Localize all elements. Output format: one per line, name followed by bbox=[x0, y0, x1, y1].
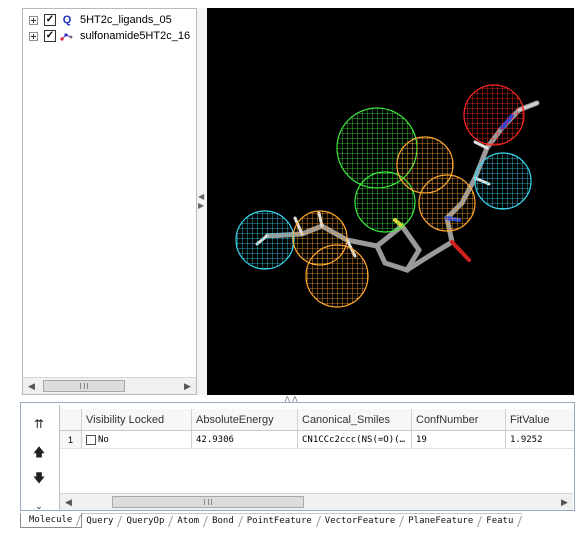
row-number: 1 bbox=[60, 431, 82, 449]
column-header-fit-value[interactable]: FitValue bbox=[506, 409, 574, 431]
expand-icon[interactable] bbox=[29, 31, 38, 41]
column-header-rownum[interactable] bbox=[60, 409, 82, 431]
tree-horizontal-scrollbar[interactable]: ◀ ▶ bbox=[23, 377, 196, 394]
tab-pointfeature[interactable]: PointFeature bbox=[242, 513, 321, 528]
visibility-locked-cell[interactable]: No bbox=[82, 431, 192, 449]
column-header-absolute-energy[interactable]: AbsoluteEnergy bbox=[192, 409, 298, 431]
locked-checkbox[interactable] bbox=[86, 434, 96, 445]
tab-bond[interactable]: Bond bbox=[208, 513, 243, 528]
absolute-energy-cell[interactable]: 42.9306 bbox=[192, 431, 298, 449]
vertical-splitter[interactable]: ◀ ▶ bbox=[197, 8, 207, 395]
grid-header-row: Visibility Locked AbsoluteEnergy Canonic… bbox=[60, 409, 574, 431]
tree-item-molecule[interactable]: ✓ sulfonamide5HT2c_16 bbox=[29, 28, 190, 44]
column-header-canonical-smiles[interactable]: Canonical_Smiles bbox=[298, 409, 412, 431]
grid-horizontal-scrollbar[interactable]: ◀ ▶ bbox=[60, 493, 573, 510]
tree-item-label: sulfonamide5HT2c_16 bbox=[80, 30, 191, 42]
move-to-top-icon[interactable]: ⇈ bbox=[27, 413, 51, 435]
visibility-checkbox[interactable]: ✓ bbox=[44, 14, 56, 26]
hierarchy-tree-panel: ✓ Q 5HT2c_ligands_05 ✓ sulfonamide5HT2c_… bbox=[22, 8, 197, 395]
molecule-icon bbox=[60, 29, 74, 43]
collapse-arrows-icon[interactable]: ◀ ▶ bbox=[198, 192, 204, 210]
tab-atom[interactable]: Atom bbox=[173, 513, 209, 528]
scroll-right-icon[interactable]: ▶ bbox=[556, 494, 573, 510]
move-up-icon[interactable]: 🡅 bbox=[27, 441, 51, 463]
move-down-icon[interactable]: 🡇 bbox=[27, 467, 51, 489]
tab-queryop[interactable]: QueryOp bbox=[122, 513, 174, 528]
table-row[interactable]: 1 No 42.9306 CN1CCc2ccc(NS(=O)(… 19 1.92… bbox=[60, 431, 574, 449]
column-header-visibility-locked[interactable]: Visibility Locked bbox=[82, 409, 192, 431]
hydrophobic-feature[interactable] bbox=[235, 210, 295, 270]
tab-query[interactable]: Query bbox=[82, 513, 123, 528]
tree-item-label: 5HT2c_ligands_05 bbox=[80, 14, 172, 26]
column-header-conf-number[interactable]: ConfNumber bbox=[412, 409, 506, 431]
grid-tab-bar: Molecule Query QueryOp Atom Bond PointFe… bbox=[20, 513, 576, 528]
tab-molecule[interactable]: Molecule bbox=[20, 513, 83, 528]
canonical-smiles-cell[interactable]: CN1CCc2ccc(NS(=O)(… bbox=[298, 431, 412, 449]
scroll-left-icon[interactable]: ◀ bbox=[60, 494, 77, 510]
fit-value-cell[interactable]: 1.9252 bbox=[506, 431, 574, 449]
scroll-right-icon[interactable]: ▶ bbox=[179, 378, 196, 394]
scrollbar-thumb[interactable] bbox=[112, 496, 304, 508]
molecule-3d-viewer[interactable] bbox=[207, 8, 574, 395]
row-order-toolbar: ⇈ 🡅 🡇 ⌄ bbox=[23, 405, 55, 511]
tab-vectorfeature[interactable]: VectorFeature bbox=[320, 513, 405, 528]
scrollbar-thumb[interactable] bbox=[43, 380, 125, 392]
tab-feature-more[interactable]: Featu bbox=[482, 513, 523, 528]
hydrophobic-feature[interactable] bbox=[474, 152, 532, 210]
data-grid: Visibility Locked AbsoluteEnergy Canonic… bbox=[59, 405, 574, 510]
query-icon: Q bbox=[62, 14, 72, 26]
scroll-left-icon[interactable]: ◀ bbox=[23, 378, 40, 394]
conf-number-cell[interactable]: 19 bbox=[412, 431, 506, 449]
tree-item-query[interactable]: ✓ Q 5HT2c_ligands_05 bbox=[29, 12, 172, 28]
positive-ionizable-feature[interactable] bbox=[463, 84, 525, 146]
data-grid-panel: ⇈ 🡅 🡇 ⌄ Visibility Locked AbsoluteEnergy… bbox=[20, 402, 575, 511]
expand-icon[interactable] bbox=[29, 15, 38, 25]
tab-planefeature[interactable]: PlaneFeature bbox=[404, 513, 483, 528]
visibility-checkbox[interactable]: ✓ bbox=[44, 30, 56, 42]
